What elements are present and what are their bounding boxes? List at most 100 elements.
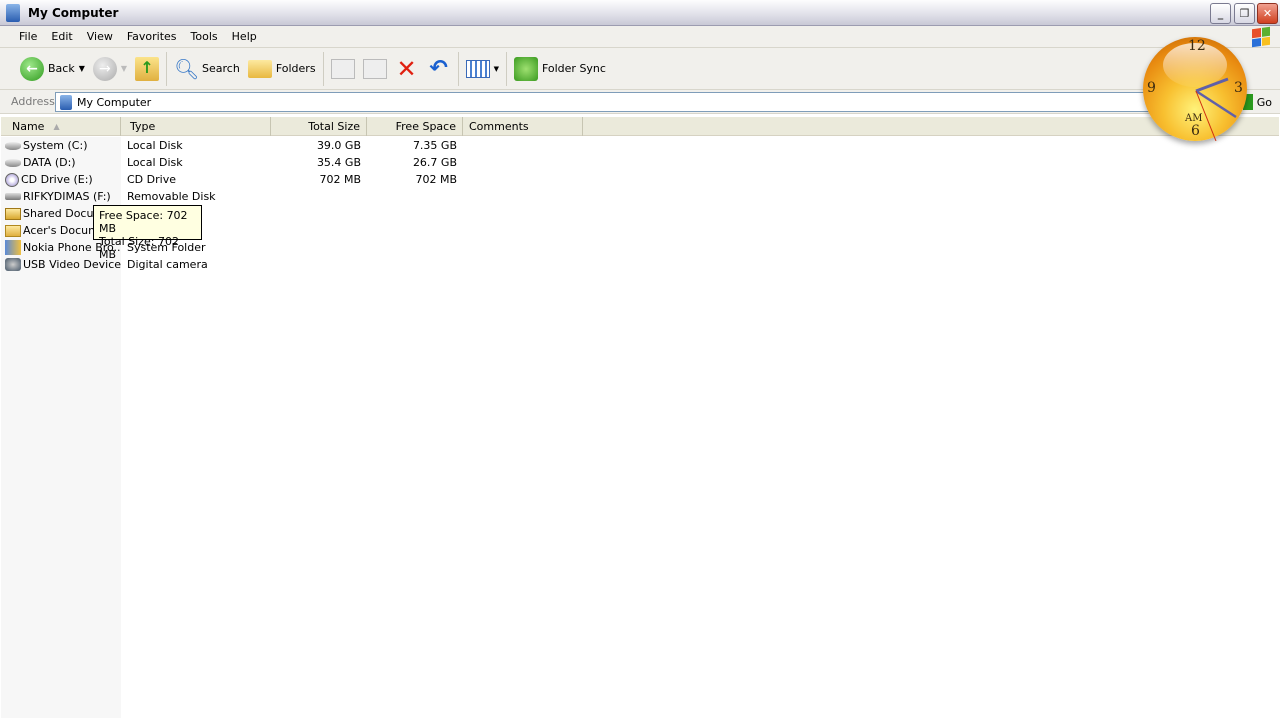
folder-sync-icon [513,56,538,81]
column-name-label: Name [12,120,45,133]
item-type: Local Disk [127,156,183,169]
column-comments-label: Comments [469,120,529,133]
tooltip-free-space: Free Space: 702 MB [99,209,188,235]
undo-icon: ↶ [429,55,448,81]
hard-drive-icon [5,141,21,150]
tooltip: Free Space: 702 MB Total Size: 702 MB [93,205,202,261]
clock-hands [1195,77,1237,141]
item-name-cell: DATA (D:) [5,156,121,169]
delete-icon: ✕ [396,54,417,83]
hard-drive-icon [5,158,21,167]
minute-hand [1195,89,1237,119]
forward-button[interactable]: → ▼ [89,52,131,86]
item-type: CD Drive [127,173,176,186]
column-header-comments[interactable]: Comments [463,117,583,136]
chevron-down-icon: ▼ [493,64,499,73]
clock-gadget[interactable]: 12 3 6 9 AM [1143,37,1247,141]
item-total-size: 702 MB [319,173,361,186]
menu-tools[interactable]: Tools [184,30,225,43]
copy-to-button[interactable] [359,52,391,86]
window-title: My Computer [28,5,119,20]
my-computer-icon [60,94,72,110]
minimize-button[interactable]: _ [1210,3,1231,24]
item-total-size: 39.0 GB [316,139,361,152]
hour-hand [1195,77,1229,93]
item-name: System (C:) [23,139,88,152]
go-label: Go [1256,95,1272,109]
up-folder-button[interactable]: ↑ [131,52,163,86]
phone-icon [5,240,21,255]
column-header-total-size[interactable]: Total Size [271,117,367,136]
item-total-size: 35.4 GB [316,156,361,169]
sort-ascending-icon: ▲ [53,122,60,131]
up-folder-icon: ↑ [135,56,160,81]
column-header-free-space[interactable]: Free Space [367,117,463,136]
removable-disk-icon [5,193,21,200]
menu-file[interactable]: File [12,30,44,43]
column-headers: Name ▲ Type Total Size Free Space Comment… [1,117,1279,136]
delete-button[interactable]: ✕ [391,52,423,86]
shared-folder-icon [5,207,21,220]
toolbar-separator [322,51,324,86]
item-name: Shared Docum [23,207,105,220]
column-total-size-label: Total Size [308,120,360,133]
column-header-name[interactable]: Name ▲ [1,117,121,136]
back-button[interactable]: ← Back ▼ [16,52,89,86]
undo-button[interactable]: ↶ [423,52,455,86]
item-name: RIFKYDIMAS (F:) [23,190,111,203]
chevron-down-icon[interactable]: ▼ [121,64,127,73]
item-name: DATA (D:) [23,156,76,169]
copy-to-icon [362,58,387,79]
column-type-label: Type [130,120,156,133]
column-free-space-label: Free Space [395,120,456,133]
back-arrow-icon: ← [20,56,44,81]
menu-view[interactable]: View [80,30,120,43]
item-name-cell: RIFKYDIMAS (F:) [5,190,121,203]
search-label: Search [202,62,240,75]
menu-edit[interactable]: Edit [44,30,79,43]
close-button[interactable]: ✕ [1257,3,1278,24]
forward-arrow-icon: → [92,56,117,81]
menu-help[interactable]: Help [225,30,264,43]
address-label: Address [11,95,55,108]
item-free-space: 26.7 GB [412,156,457,169]
chevron-down-icon[interactable]: ▼ [79,64,85,73]
item-name: CD Drive (E:) [21,173,93,186]
column-header-type[interactable]: Type [121,117,271,136]
restore-button[interactable]: ❐ [1234,3,1255,24]
my-computer-icon [6,3,20,22]
folder-icon [5,224,21,237]
folders-label: Folders [275,62,316,75]
item-type: Removable Disk [127,190,216,203]
folders-button[interactable]: Folders [244,52,320,86]
toolbar-separator [457,51,459,86]
toolbar-separator [505,51,507,86]
views-icon [465,59,490,78]
windows-logo-icon [1252,26,1270,48]
item-type: Local Disk [127,139,183,152]
menu-favorites[interactable]: Favorites [120,30,184,43]
item-free-space: 7.35 GB [412,139,457,152]
address-input[interactable]: My Computer [55,92,1236,112]
toolbar-separator [166,51,168,86]
back-label: Back [48,62,75,75]
go-button[interactable]: Go [1242,94,1272,110]
tooltip-total-size: Total Size: 702 MB [99,235,179,261]
search-button[interactable]: 🔍︎ Search [170,52,244,86]
address-bar: Address My Computer Go [0,90,1280,114]
move-to-button[interactable] [327,52,359,86]
folders-icon [247,59,272,78]
item-name-cell: CD Drive (E:) [5,172,121,187]
search-icon: 🔍︎ [174,56,200,81]
item-name-cell: System (C:) [5,139,121,152]
folder-sync-button[interactable]: Folder Sync [510,52,610,86]
camera-icon [5,258,21,271]
item-free-space: 702 MB [415,173,457,186]
views-button[interactable]: ▼ [462,52,503,86]
folder-sync-label: Folder Sync [541,62,606,75]
cd-drive-icon [5,172,19,187]
toolbar: ← Back ▼ → ▼ ↑ 🔍︎ Search Folders ✕ ↶ ▼ F… [0,48,1280,90]
title-bar: My Computer _ ❐ ✕ [0,0,1280,26]
menu-bar: File Edit View Favorites Tools Help [0,26,1280,48]
address-value: My Computer [77,95,152,109]
